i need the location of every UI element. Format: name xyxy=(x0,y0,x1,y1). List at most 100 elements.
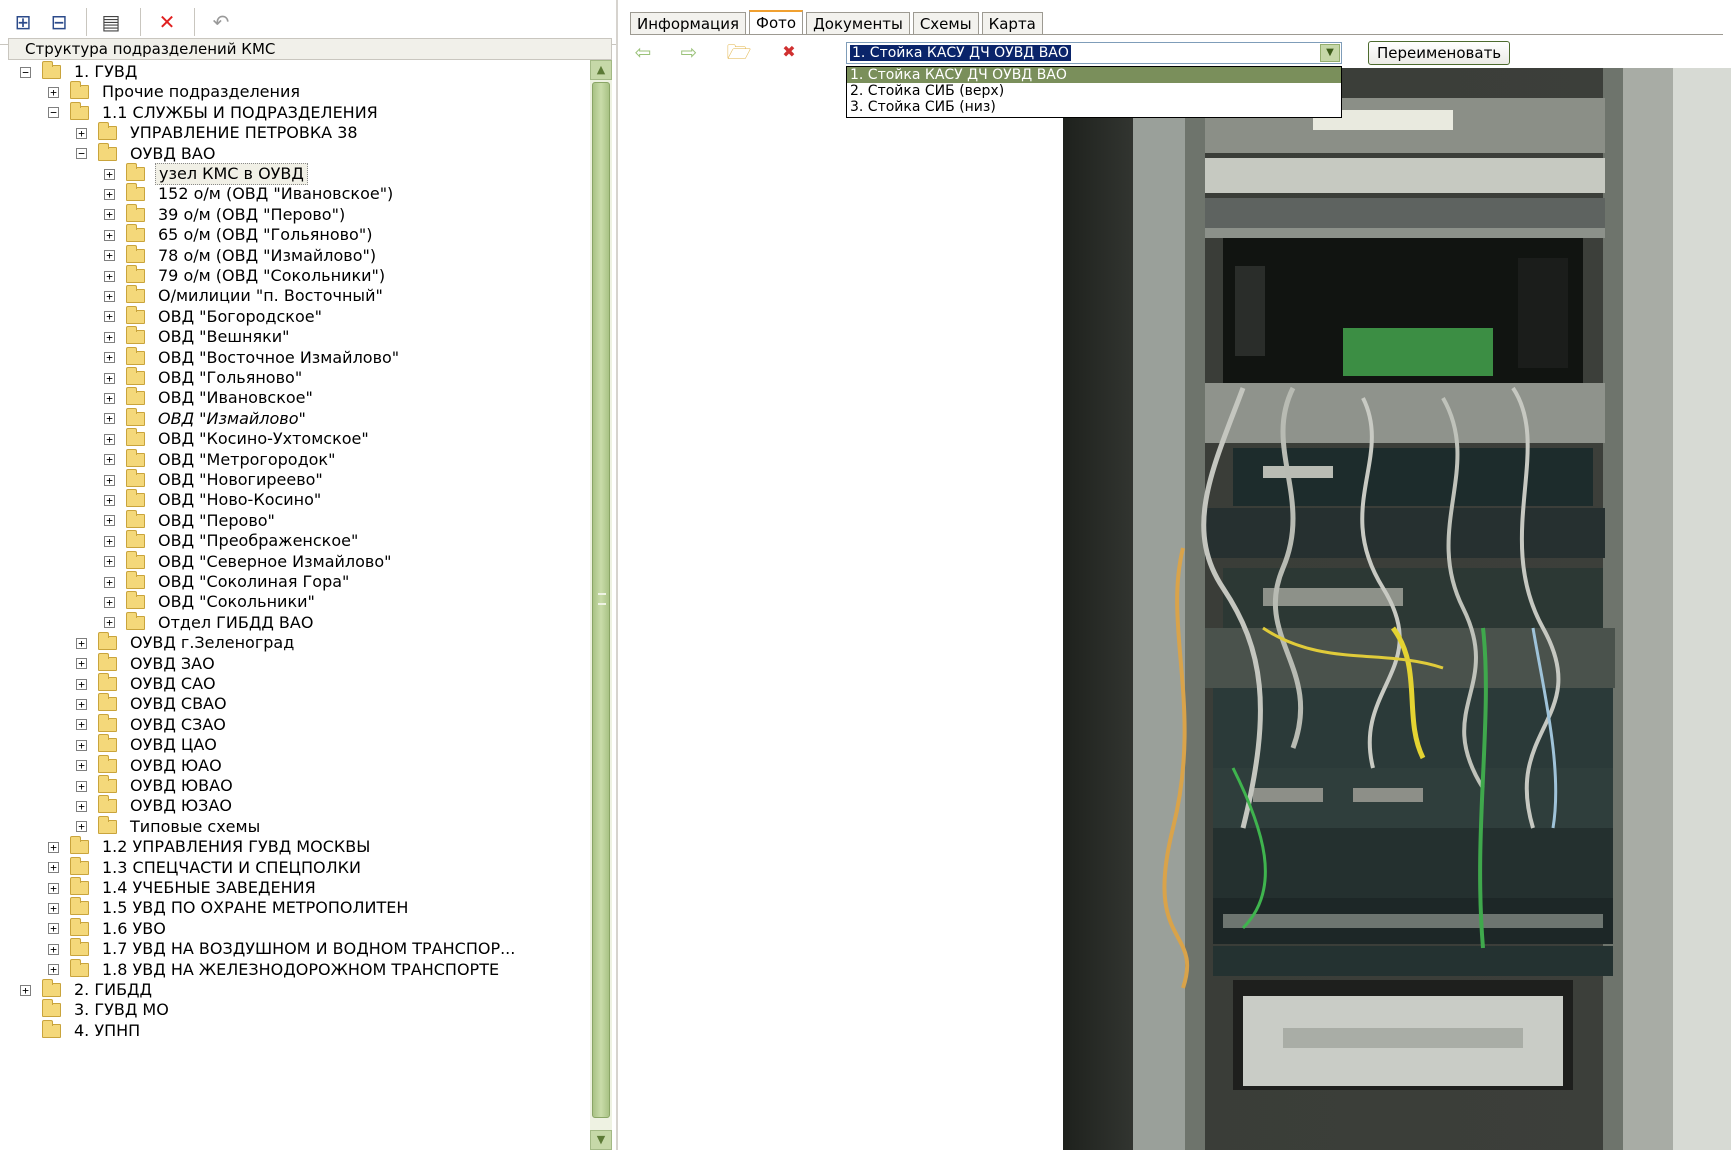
tab-3[interactable]: Схемы xyxy=(912,12,979,34)
tree-node[interactable]: + ОВД "Метрогородок" xyxy=(104,448,338,470)
tree-node[interactable]: + Прочие подразделения xyxy=(48,81,303,102)
expand-icon[interactable]: + xyxy=(104,209,115,221)
tree-node[interactable]: + ОВД "Новогиреево" xyxy=(104,469,326,490)
tree-node[interactable]: + ОУВД ЦАО xyxy=(76,734,220,755)
expand-icon[interactable]: + xyxy=(104,413,115,425)
expand-icon[interactable]: + xyxy=(104,352,115,364)
expand-icon[interactable]: + xyxy=(48,882,59,894)
tab-0[interactable]: Информация xyxy=(630,12,747,34)
photo-select-option[interactable]: 3. Стойка СИБ (низ) xyxy=(847,99,1341,115)
tree-node[interactable]: + ОВД "Вешняки" xyxy=(104,326,292,347)
expand-icon[interactable]: + xyxy=(104,229,115,241)
expand-icon[interactable]: + xyxy=(48,902,59,914)
expand-icon[interactable]: + xyxy=(104,494,115,506)
expand-tree-icon[interactable]: ⊞ xyxy=(8,8,38,36)
tree-node[interactable]: + ОВД "Сокольники" xyxy=(104,591,318,612)
tree-node[interactable]: +1.8 УВД НА ЖЕЛЕЗНОДОРОЖНОМ ТРАНСПОРТЕ xyxy=(48,958,502,980)
tree-node[interactable]: + ОВД "Косино-Ухтомское" xyxy=(104,428,372,449)
expand-icon[interactable]: + xyxy=(76,658,87,670)
expand-icon[interactable]: + xyxy=(104,372,115,384)
expand-icon[interactable]: + xyxy=(104,168,115,180)
tree-node[interactable]: +78 о/м (ОВД "Измайлово") xyxy=(104,244,379,266)
expand-icon[interactable]: + xyxy=(76,127,87,139)
delete-icon[interactable]: ✕ xyxy=(152,8,182,36)
tree-node[interactable]: − 1.1 СЛУЖБЫ И ПОДРАЗДЕЛЕНИЯ xyxy=(48,101,381,123)
tab-1[interactable]: Фото xyxy=(749,10,804,34)
tree-node[interactable]: + Типовые схемы xyxy=(76,815,263,837)
tree-node[interactable]: + ОВД "Ивановское" xyxy=(104,387,316,408)
expand-icon[interactable]: + xyxy=(104,576,115,588)
scroll-thumb[interactable] xyxy=(592,82,610,1118)
tree-node[interactable]: − 1. ГУВД xyxy=(20,61,140,82)
photo-select[interactable]: 1. Стойка КАСУ ДЧ ОУВД ВАО ▼ xyxy=(846,42,1342,64)
tree-node[interactable]: + УПРАВЛЕНИЕ ПЕТРОВКА 38 xyxy=(76,122,361,143)
tree-node[interactable]: +1.5 УВД ПО ОХРАНЕ МЕТРОПОЛИТЕН xyxy=(48,897,411,918)
tree-node[interactable]: + Отдел ГИБДД ВАО xyxy=(104,611,316,633)
tree-node[interactable]: + ОУВД г.Зеленоград xyxy=(76,632,297,653)
expand-icon[interactable]: + xyxy=(48,923,59,935)
open-folder-icon[interactable]: 🗁 xyxy=(726,40,752,64)
tree-node[interactable]: + ОВД "Соколиная Гора" xyxy=(104,571,352,592)
tab-2[interactable]: Документы xyxy=(806,12,910,34)
expand-icon[interactable]: + xyxy=(20,984,31,996)
expand-icon[interactable]: + xyxy=(76,780,87,792)
expand-icon[interactable]: + xyxy=(76,719,87,731)
tree-node[interactable]: +2. ГИБДД xyxy=(20,979,155,1000)
expand-icon[interactable]: + xyxy=(104,556,115,568)
tree-node[interactable]: + ОВД "Перово" xyxy=(104,509,278,531)
tree-node[interactable]: +39 о/м (ОВД "Перово") xyxy=(104,203,348,225)
expand-icon[interactable]: + xyxy=(76,821,87,833)
tab-4[interactable]: Карта xyxy=(981,12,1043,34)
tree-node[interactable]: + ОУВД СЗАО xyxy=(76,713,229,735)
expand-icon[interactable]: + xyxy=(104,535,115,547)
photo-select-option[interactable]: 1. Стойка КАСУ ДЧ ОУВД ВАО xyxy=(847,67,1341,83)
tree-node[interactable]: + ОВД "Богородское" xyxy=(104,305,325,327)
tree-node[interactable]: + ОУВД ЮВАО xyxy=(76,775,236,796)
expand-icon[interactable]: + xyxy=(104,311,115,323)
tree-node[interactable]: +1.4 УЧЕБНЫЕ ЗАВЕДЕНИЯ xyxy=(48,877,319,898)
expand-icon[interactable]: + xyxy=(104,596,115,608)
expand-icon[interactable]: + xyxy=(104,188,115,200)
tree-node[interactable]: + ОВД "Северное Измайлово" xyxy=(104,550,394,572)
tree-node[interactable]: + ОУВД ЗАО xyxy=(76,652,218,674)
expand-icon[interactable]: + xyxy=(104,392,115,404)
tree-node[interactable]: + ОВД "Ново-Косино" xyxy=(104,489,324,510)
photo-select-option[interactable]: 2. Стойка СИБ (верх) xyxy=(847,83,1341,99)
expand-icon[interactable]: + xyxy=(76,678,87,690)
properties-icon[interactable]: ▤ xyxy=(96,8,126,36)
tree-node[interactable]: − ОУВД ВАО xyxy=(76,142,218,164)
tree-node[interactable]: +1.3 СПЕЦЧАСТИ И СПЕЦПОЛКИ xyxy=(48,856,364,878)
expand-icon[interactable]: + xyxy=(48,862,59,874)
tree-node[interactable]: + ОУВД ЮАО xyxy=(76,754,225,776)
tree-node[interactable]: + ОВД "Измайлово" xyxy=(104,407,309,429)
scroll-up-icon[interactable]: ▲ xyxy=(590,60,612,80)
tree-node[interactable]: + ОУВД ЮЗАО xyxy=(76,795,235,816)
expand-icon[interactable]: + xyxy=(48,841,59,853)
tree-node[interactable]: 4. УПНП xyxy=(20,1019,143,1041)
expand-icon[interactable]: + xyxy=(76,698,87,710)
chevron-down-icon[interactable]: ▼ xyxy=(1320,44,1340,62)
undo-icon[interactable]: ↶ xyxy=(206,8,236,36)
expand-icon[interactable]: + xyxy=(48,943,59,955)
tree-node[interactable]: + ОВД "Восточное Измайлово" xyxy=(104,346,402,368)
delete-photo-icon[interactable]: ✖ xyxy=(776,40,802,64)
tree-node[interactable]: +1.2 УПРАВЛЕНИЯ ГУВД МОСКВЫ xyxy=(48,836,373,857)
tree-node[interactable]: + О/милиции "п. Восточный" xyxy=(104,285,386,306)
tree-node[interactable]: + ОВД "Преображенское" xyxy=(104,530,361,551)
expand-icon[interactable]: + xyxy=(76,637,87,649)
tree-node[interactable]: +1.6 УВО xyxy=(48,917,169,939)
tree-node[interactable]: + ОУВД САО xyxy=(76,673,219,694)
tree-node[interactable]: + узел КМС в ОУВД xyxy=(104,163,308,185)
tree-node[interactable]: +1.7 УВД НА ВОЗДУШНОМ И ВОДНОМ ТРАНСПОР.… xyxy=(48,938,518,959)
tree-node[interactable]: +65 о/м (ОВД "Гольяново") xyxy=(104,224,375,245)
forward-arrow-icon[interactable]: ⇨ xyxy=(676,40,702,64)
scroll-down-icon[interactable]: ▼ xyxy=(590,1130,612,1150)
expand-icon[interactable]: + xyxy=(48,964,59,976)
expand-icon[interactable]: + xyxy=(76,739,87,751)
rename-button[interactable]: Переименовать xyxy=(1368,41,1511,65)
expand-icon[interactable]: + xyxy=(48,86,59,98)
expand-icon[interactable]: + xyxy=(104,454,115,466)
expand-icon[interactable]: + xyxy=(104,250,115,262)
expand-icon[interactable]: + xyxy=(104,290,115,302)
expand-icon[interactable]: + xyxy=(104,515,115,527)
